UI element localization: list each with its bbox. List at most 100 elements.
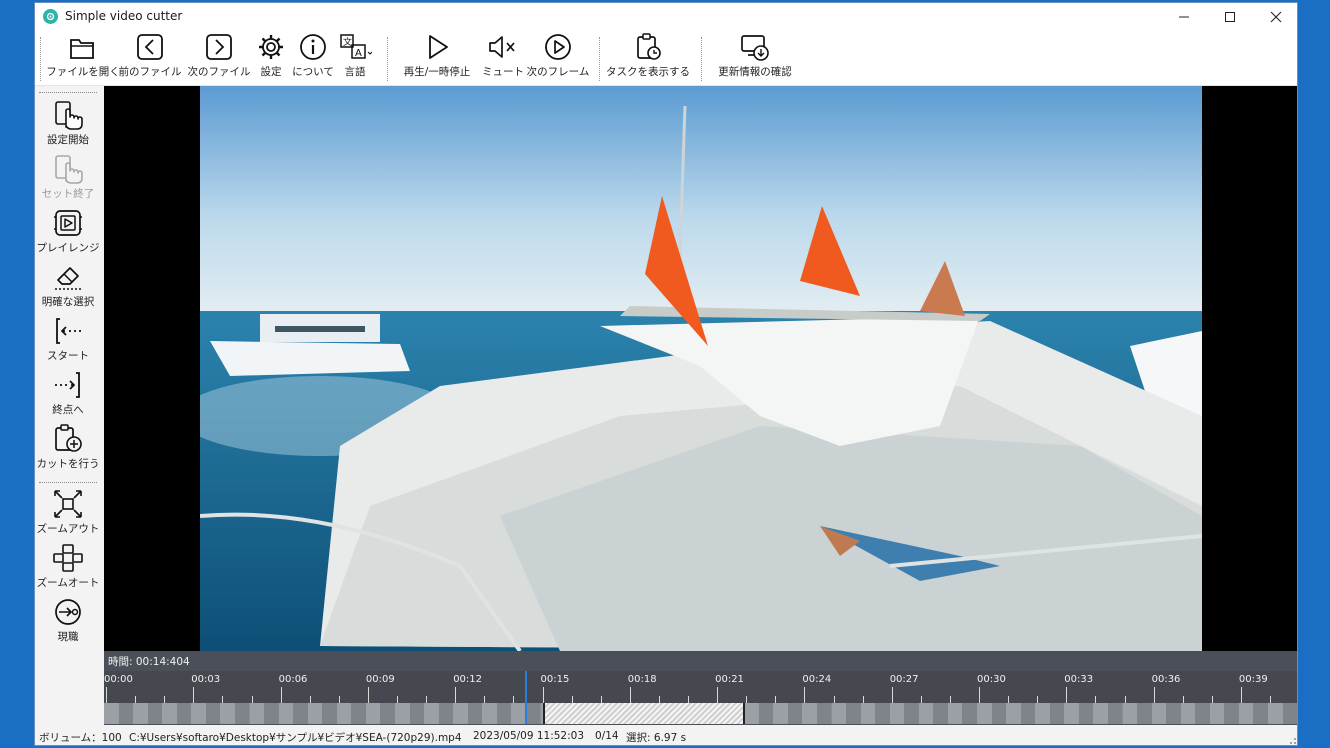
toolbar-separator [387,37,389,81]
check-updates-label: 更新情報の確認 [718,66,792,78]
tick-minor [600,696,602,703]
next-file-button[interactable]: 次のファイル [185,31,253,81]
title-bar[interactable]: Simple video cutter [35,3,1297,31]
settings-label: 設定 [260,66,282,78]
timeline[interactable]: 時間: 00:14:404 00:00 00:03 00:06 00:09 00:12 0… [104,651,1298,725]
thumbnail-cell [1006,703,1021,724]
mute-button[interactable]: ミュート [481,31,525,81]
close-button[interactable] [1253,3,1297,31]
about-button[interactable]: について [291,31,335,81]
play-range-button[interactable]: プレイレンジ [35,207,101,259]
tick-minor [222,696,224,703]
set-end-button[interactable]: セット終了 [35,153,101,205]
thumbnail-cell [1107,703,1123,724]
resize-grip-icon[interactable] [1287,735,1297,745]
thumbnail-cell [787,703,803,724]
play-pause-label: 再生/一時停止 [403,66,471,78]
thumbnail-cell [744,703,759,724]
thumbnail-cell [438,703,454,724]
zoom-auto-button[interactable]: ズームオート [35,542,101,594]
tick-major [804,687,806,703]
tick-minor [164,696,166,703]
show-tasks-button[interactable]: タスクを表示する [605,31,691,81]
current-position-label: 現職 [57,631,79,643]
sidebar-grip [39,92,97,94]
close-icon [1270,11,1282,23]
tick-major [717,687,719,703]
playhead[interactable] [525,671,528,724]
tick-minor [338,696,340,703]
expand-arrows-icon [54,490,82,518]
toolbar-separator [701,37,703,81]
thumbnail-cell [1180,703,1196,724]
tick-label: 00:15 [540,674,570,685]
next-frame-button[interactable]: 次のフレーム [525,31,591,81]
mute-label: ミュート [482,66,524,78]
check-updates-button[interactable]: 更新情報の確認 [709,31,801,81]
settings-button[interactable]: 設定 [253,31,289,81]
open-file-button[interactable]: ファイルを開く [46,31,120,81]
thumbnail-cell [831,703,847,724]
tick-major [106,687,107,703]
selection-range[interactable] [542,703,746,724]
next-frame-label: 次のフレーム [526,66,590,78]
tick-minor [920,696,922,703]
thumbnail-cell [991,703,1007,724]
svg-text:文: 文 [343,36,352,48]
tick-major [1153,687,1155,703]
go-to-start-label: スタート [47,350,89,362]
tick-minor [746,696,748,703]
language-button[interactable]: 文 A 言語 [335,31,375,81]
toolbar-grip [40,37,42,81]
tick-minor [658,696,660,703]
go-to-end-button[interactable]: 終点へ [35,369,101,421]
thumbnail-cell [104,703,119,724]
thumbnail-cell [1151,703,1167,724]
thumbnail-cell [1122,703,1138,724]
tick-label: 00:03 [191,674,221,685]
thumbnail-cell [322,703,337,724]
current-position-button[interactable]: 現職 [35,596,101,648]
tick-minor [688,696,689,703]
zoom-out-button[interactable]: ズームアウト [35,488,101,540]
arrow-to-end-icon [55,372,80,398]
time-ruler[interactable]: 00:00 00:03 00:06 00:09 00:12 00:15 00:18 00:21… [104,671,1297,703]
tick-label: 00:30 [977,674,1006,685]
thumbnail-cell [147,703,163,724]
thumbnail-cell [846,703,861,724]
set-start-button[interactable]: 設定開始 [35,99,101,151]
play-range-icon [54,210,82,236]
info-icon [300,34,326,60]
tick-minor [1008,696,1010,703]
zoom-auto-label: ズームオート [36,577,100,589]
maximize-button[interactable] [1207,3,1253,31]
tick-label: 00:27 [889,674,919,685]
set-start-label: 設定開始 [47,134,89,146]
zoom-out-label: ズームアウト [36,523,100,535]
thumbnail-cell [977,703,992,724]
thumbnail-cell [933,703,948,724]
clear-selection-button[interactable]: 明確な選択 [35,261,101,313]
tick-major [1240,687,1242,703]
thumbnail-cell [336,703,352,724]
thumbnail-cell [293,703,308,724]
thumbnail-cell [409,703,425,724]
window-title: Simple video cutter [65,9,183,23]
status-file-path: C:¥Users¥softaro¥Desktop¥サンプル¥ビデオ¥SEA-(7… [129,732,462,744]
thumbnail-cell [1297,703,1298,724]
minimize-button[interactable] [1161,3,1207,31]
tick-major [891,687,893,703]
tick-label: 00:09 [365,674,395,685]
sidebar-separator [39,482,97,484]
play-pause-button[interactable]: 再生/一時停止 [397,31,477,81]
tick-label: 00:21 [715,674,744,685]
go-to-start-button[interactable]: スタート [35,315,101,367]
video-player[interactable] [104,86,1297,651]
do-cut-button[interactable]: カットを行う [35,423,101,475]
thumbnail-cell [962,703,977,724]
status-volume: ボリューム：100 [39,732,122,744]
go-to-end-label: 終点へ [52,404,84,416]
thumbnail-cell [875,703,890,724]
prev-file-button[interactable]: 前のファイル [119,31,182,81]
thumbnail-cell [467,703,483,724]
